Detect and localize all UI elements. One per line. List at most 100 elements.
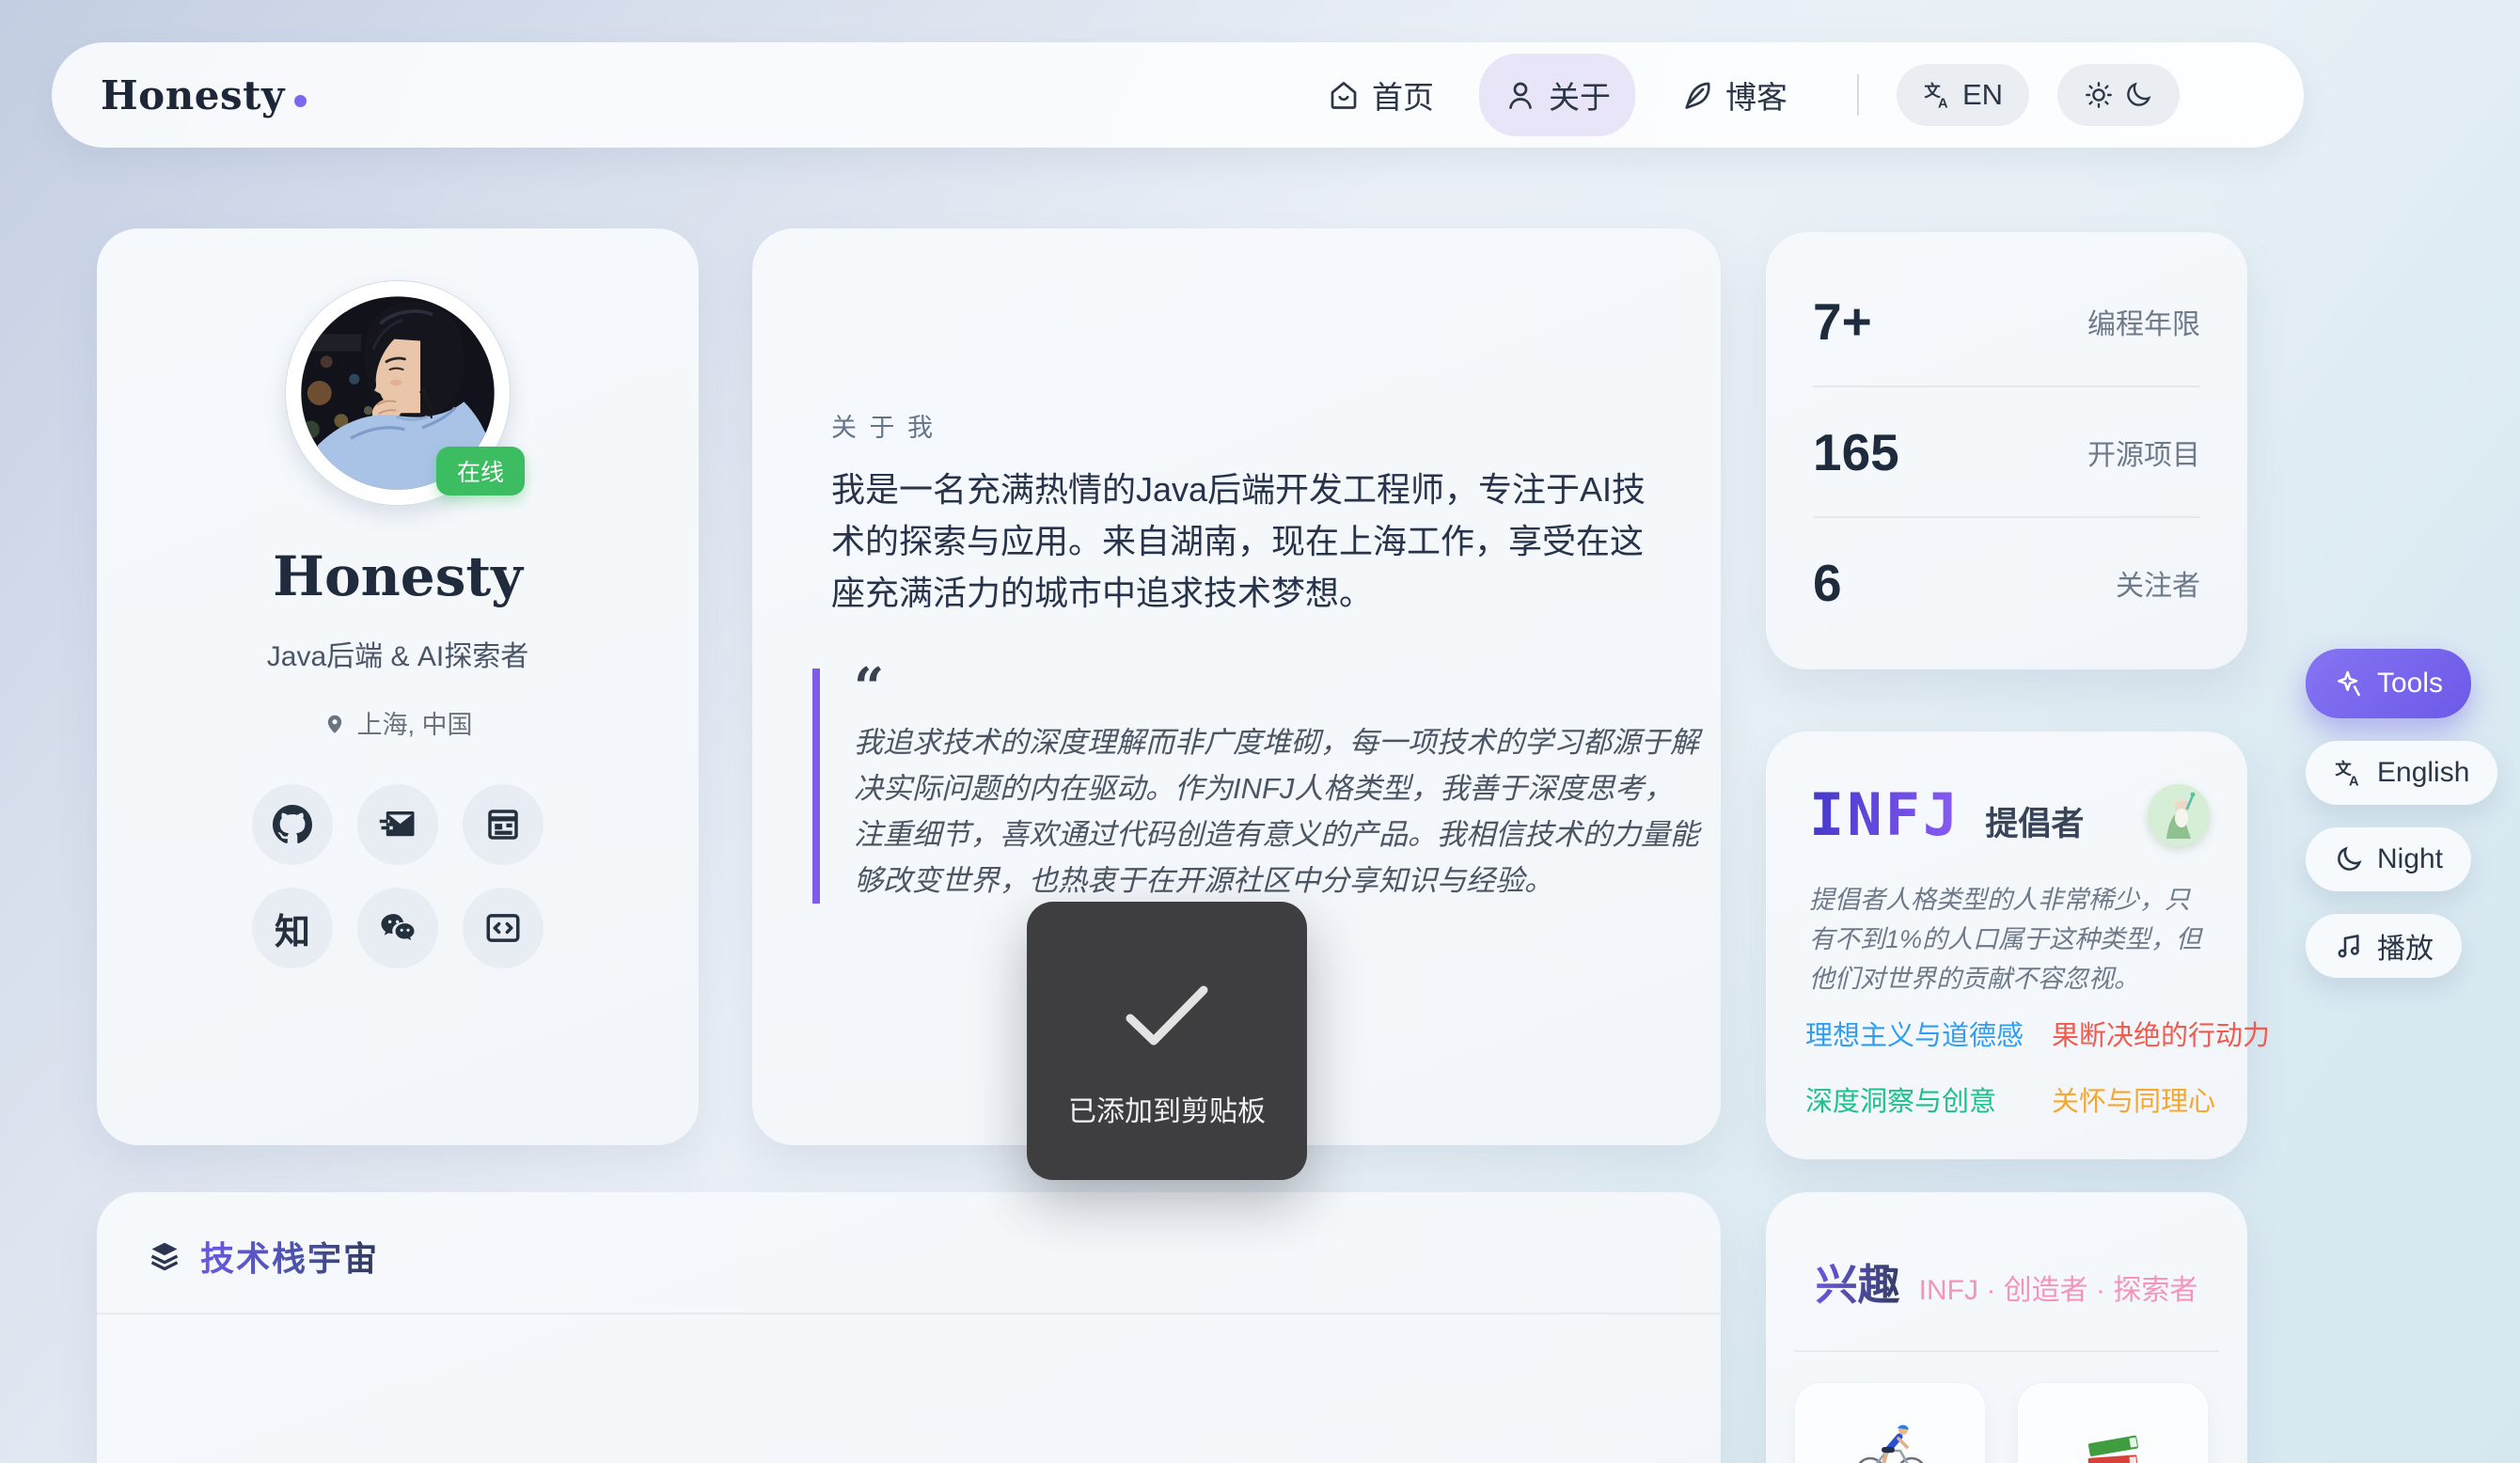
personality-card: INFJ 提倡者 提倡者人格类型的人非常稀少，只有不到1%的人口属于这种类型，但… [1766, 732, 2247, 1159]
stat-row-coding-years: 7+ 编程年限 [1813, 257, 2200, 385]
trait-tag: 果断决绝的行动力 [2052, 1014, 2270, 1053]
tech-stack-header: 技术栈宇宙 [97, 1192, 1721, 1281]
interest-item-cycling[interactable] [1794, 1382, 1986, 1463]
feather-icon [1680, 78, 1714, 112]
online-status-badge: 在线 [436, 447, 525, 496]
language-switch-label: English [2377, 757, 2469, 789]
svg-text:A: A [2349, 774, 2359, 788]
stat-value: 7+ [1813, 291, 1872, 352]
nav-item-home[interactable]: 首页 [1302, 54, 1458, 136]
wechat-link[interactable] [357, 888, 438, 968]
trait-tag: 关怀与同理心 [2052, 1079, 2270, 1119]
toast-message: 已添加到剪贴板 [1068, 1088, 1266, 1129]
zhihu-link[interactable]: 知 [252, 888, 333, 968]
blog-link[interactable] [463, 784, 543, 865]
main-nav: 首页 关于 博客 文A EN [1302, 42, 2180, 148]
profile-job-title: Java后端 & AI探索者 [97, 633, 699, 674]
code-link[interactable] [463, 888, 543, 968]
top-navbar: Honesty 首页 关于 博客 文A EN [52, 42, 2304, 148]
stat-row-followers: 6 关注者 [1813, 516, 2200, 647]
tech-tag-cloud: Spring Security MyBatis Hexo Postgresql … [97, 1313, 1721, 1463]
personality-mascot-avatar [2148, 784, 2210, 846]
stat-row-open-source: 165 开源项目 [1813, 385, 2200, 516]
language-switch-button[interactable]: 文A English [2306, 741, 2497, 805]
quote-block: “ 我追求技术的深度理解而非广度堆砌，每一项技术的学习都源于解决实际问题的内在驱… [812, 669, 1700, 904]
interests-title: 兴趣 [1816, 1251, 1900, 1312]
wizard-icon [2148, 784, 2210, 846]
profile-name: Honesty [97, 544, 699, 608]
about-intro-text: 我是一名充满热情的Java后端开发工程师，专注于AI技术的探索与应用。来自湖南，… [831, 464, 1659, 619]
theme-toggle-button[interactable] [2057, 64, 2180, 126]
home-icon [1327, 78, 1361, 112]
check-icon [1115, 975, 1219, 1056]
interests-divider [1794, 1350, 2219, 1352]
play-music-label: 播放 [2377, 925, 2433, 967]
trait-tag: 理想主义与道德感 [1805, 1014, 2040, 1053]
profile-location: 上海, 中国 [97, 704, 699, 741]
user-icon [1504, 78, 1537, 112]
nav-label-blog: 博客 [1725, 72, 1788, 118]
play-music-button[interactable]: 播放 [2306, 914, 2462, 978]
stat-value: 165 [1813, 422, 1899, 482]
nav-item-about[interactable]: 关于 [1479, 54, 1635, 136]
sparkle-icon [2334, 669, 2364, 699]
quote-mark: “ [854, 669, 1700, 706]
tools-button[interactable]: Tools [2306, 649, 2471, 718]
moon-icon [2123, 80, 2153, 110]
nav-item-blog[interactable]: 博客 [1656, 54, 1812, 136]
mail-icon [378, 805, 417, 844]
night-mode-button[interactable]: Night [2306, 827, 2471, 891]
music-note-icon [2334, 931, 2364, 961]
stats-list: 7+ 编程年限 165 开源项目 6 关注者 [1766, 232, 2247, 647]
trait-tag: 深度洞察与创意 [1805, 1079, 2040, 1119]
cyclist-icon [1850, 1415, 1930, 1463]
interests-header: 兴趣 INFJ · 创造者 · 探索者 [1766, 1192, 2247, 1312]
newspaper-icon [483, 805, 523, 844]
personality-type-label: 提倡者 [1985, 797, 2084, 845]
night-mode-label: Night [2377, 843, 2443, 875]
nav-label-home: 首页 [1372, 72, 1434, 118]
interests-subtitle: INFJ · 创造者 · 探索者 [1919, 1266, 2198, 1308]
social-links: 知 [97, 784, 699, 968]
location-pin-icon [323, 711, 347, 735]
books-icon [2072, 1415, 2153, 1463]
interests-grid [1794, 1382, 2209, 1463]
quote-text: 我追求技术的深度理解而非广度堆砌，每一项技术的学习都源于解决实际问题的内在驱动。… [854, 719, 1700, 904]
interest-item-reading[interactable] [2017, 1382, 2209, 1463]
personality-type: INFJ [1809, 780, 1961, 849]
logo-dot [294, 95, 307, 107]
stat-label: 编程年限 [2087, 301, 2200, 342]
personality-header: INFJ 提倡者 [1809, 780, 2210, 849]
translate-icon: 文A [2334, 758, 2364, 788]
page: Honesty 首页 关于 博客 文A EN [0, 0, 2520, 1463]
stat-label: 开源项目 [2087, 432, 2200, 473]
clipboard-toast: 已添加到剪贴板 [1027, 902, 1307, 1180]
stats-card: 7+ 编程年限 165 开源项目 6 关注者 [1766, 232, 2247, 669]
personality-description: 提倡者人格类型的人非常稀少，只有不到1%的人口属于这种类型，但他们对世界的贡献不… [1809, 880, 2213, 999]
language-label: EN [1962, 78, 2003, 112]
avatar-wrap: 在线 [286, 281, 510, 505]
about-section-label: 关 于 我 [831, 407, 936, 444]
profile-card: 在线 Honesty Java后端 & AI探索者 上海, 中国 知 [97, 228, 699, 1145]
translate-icon: 文A [1923, 80, 1953, 110]
nav-divider [1857, 74, 1859, 116]
svg-text:A: A [1938, 96, 1948, 110]
zhihu-icon: 知 [275, 903, 310, 954]
profile-location-text: 上海, 中国 [356, 704, 472, 741]
site-logo-text: Honesty [101, 72, 285, 118]
code-icon [483, 908, 523, 948]
site-logo[interactable]: Honesty [101, 72, 307, 118]
language-toggle-button[interactable]: 文A EN [1897, 64, 2029, 126]
moon-icon [2334, 844, 2364, 874]
sun-icon [2084, 80, 2114, 110]
wechat-icon [378, 908, 417, 948]
email-link[interactable] [357, 784, 438, 865]
personality-traits: 理想主义与道德感 果断决绝的行动力 深度洞察与创意 关怀与同理心 [1805, 1014, 2219, 1119]
interests-card: 兴趣 INFJ · 创造者 · 探索者 [1766, 1192, 2247, 1463]
tech-stack-card: 技术栈宇宙 Spring Security MyBatis Hexo Postg… [97, 1192, 1721, 1463]
tools-label: Tools [2377, 668, 2443, 700]
stat-label: 关注者 [2116, 562, 2200, 604]
nav-label-about: 关于 [1549, 72, 1611, 118]
stat-value: 6 [1813, 553, 1842, 613]
github-link[interactable] [252, 784, 333, 865]
